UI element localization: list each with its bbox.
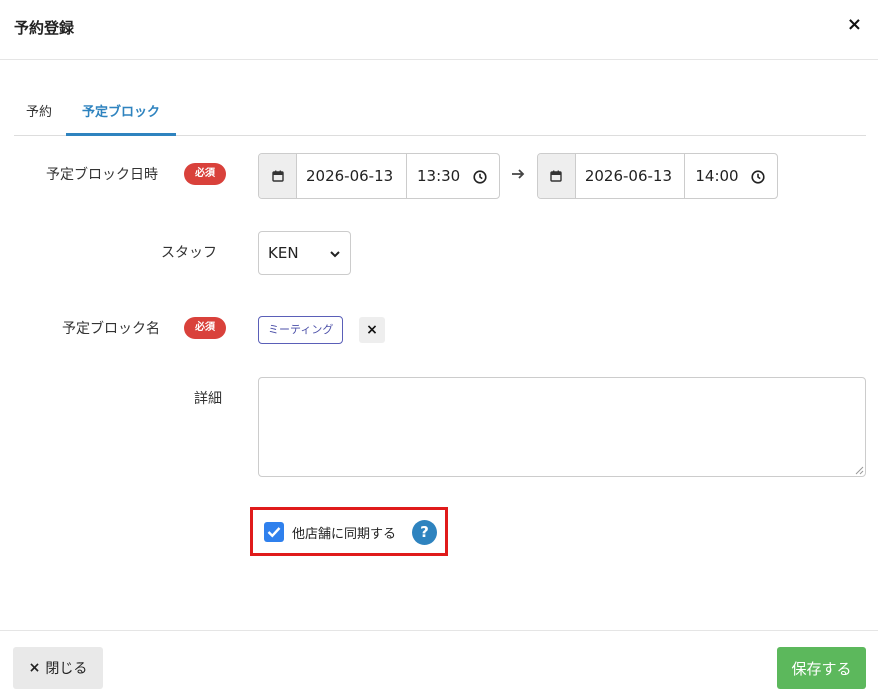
sync-label[interactable]: 他店舗に同期する xyxy=(292,523,396,542)
modal-title: 予約登録 xyxy=(14,19,75,37)
end-time-input[interactable]: 14:00 xyxy=(685,154,777,198)
close-icon: × xyxy=(28,660,41,676)
sync-checkbox[interactable] xyxy=(264,522,284,542)
start-time-input[interactable]: 13:30 xyxy=(407,154,499,198)
block-name-label: 予定ブロック名 xyxy=(62,321,160,337)
calendar-icon[interactable] xyxy=(259,154,297,198)
modal-footer: × 閉じる 保存する xyxy=(0,630,878,699)
arrow-right-icon xyxy=(512,169,525,179)
check-icon xyxy=(267,527,281,538)
end-date-input[interactable]: 2026-06-13 xyxy=(576,154,686,198)
details-textarea[interactable] xyxy=(258,377,866,477)
chevron-down-icon xyxy=(330,251,340,258)
clock-icon xyxy=(751,170,765,184)
required-badge: 必須 xyxy=(184,163,226,185)
tab-bar: 予約 予定ブロック xyxy=(14,96,866,136)
close-button[interactable]: × 閉じる xyxy=(13,647,103,689)
tab-reservation[interactable]: 予約 xyxy=(26,96,52,136)
tab-schedule-block[interactable]: 予定ブロック xyxy=(66,96,176,136)
staff-select[interactable]: KEN xyxy=(258,231,351,275)
staff-label: スタッフ xyxy=(161,245,217,261)
start-date-input[interactable]: 2026-06-13 xyxy=(297,154,407,198)
remove-chip-button[interactable]: × xyxy=(359,317,385,343)
close-button-label: 閉じる xyxy=(45,661,88,677)
end-datetime-group: 2026-06-13 14:00 xyxy=(537,153,778,199)
start-time-value: 13:30 xyxy=(417,167,461,185)
staff-select-value: KEN xyxy=(268,244,299,262)
details-label: 詳細 xyxy=(194,391,222,407)
end-time-value: 14:00 xyxy=(695,167,739,185)
close-icon[interactable]: × xyxy=(847,16,862,34)
sync-highlight-box: 他店舗に同期する ? xyxy=(250,507,448,556)
help-icon[interactable]: ? xyxy=(412,520,437,545)
resize-grip-icon[interactable] xyxy=(855,466,864,475)
calendar-icon[interactable] xyxy=(538,154,576,198)
clock-icon xyxy=(473,170,487,184)
block-name-chip[interactable]: ミーティング xyxy=(258,316,344,344)
datetime-label: 予定ブロック日時 xyxy=(46,167,158,183)
start-datetime-group: 2026-06-13 13:30 xyxy=(258,153,500,199)
save-button[interactable]: 保存する xyxy=(777,647,866,689)
modal-header: 予約登録 × xyxy=(0,0,878,60)
required-badge: 必須 xyxy=(184,317,226,339)
